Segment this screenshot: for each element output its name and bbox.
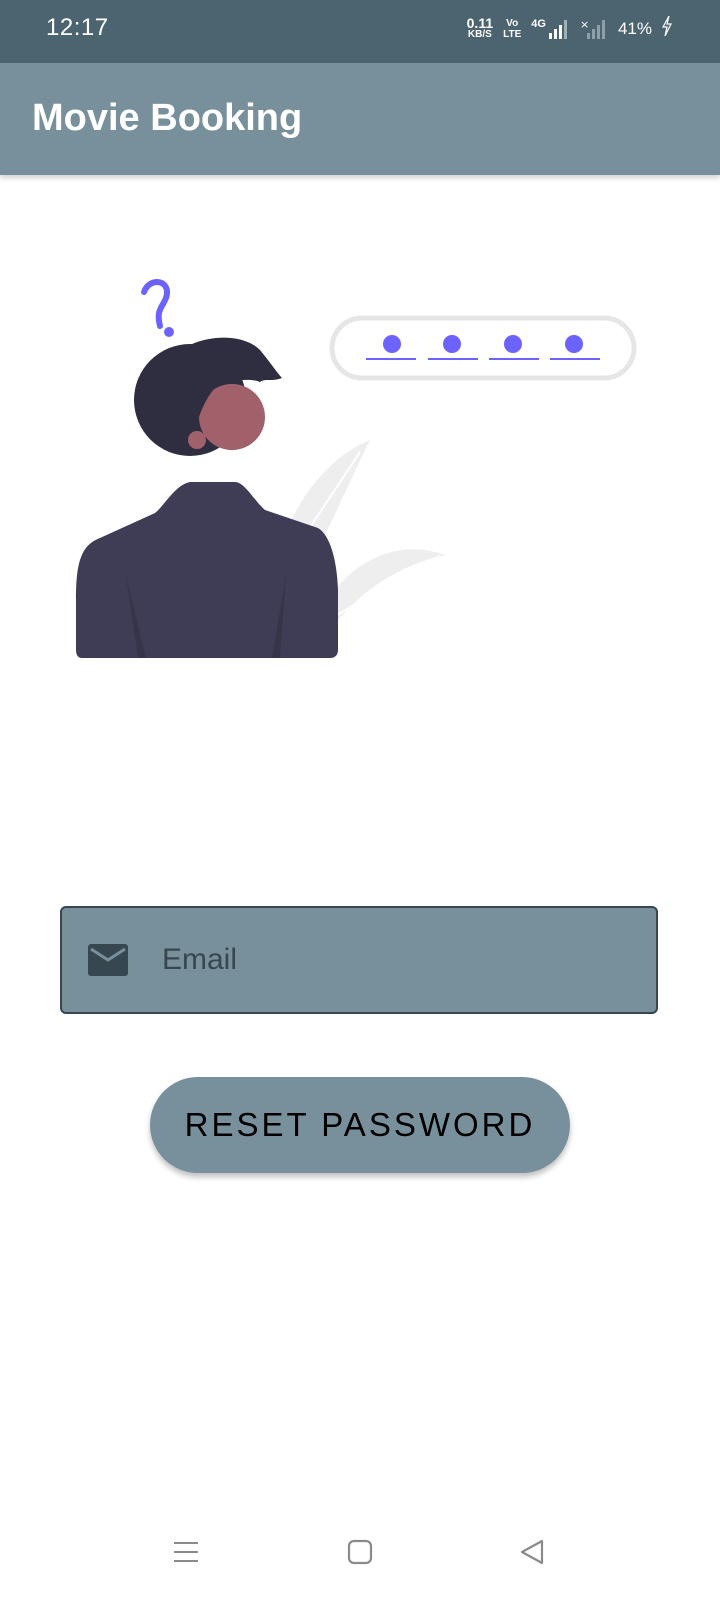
system-nav-bar — [0, 1510, 720, 1600]
charging-icon — [661, 15, 672, 41]
volte-indicator: Vo LTE — [503, 18, 521, 40]
app-title: Movie Booking — [32, 97, 303, 139]
email-field[interactable] — [60, 906, 658, 1014]
battery-level: 41% — [617, 18, 652, 38]
email-input[interactable] — [162, 908, 642, 1012]
network-speed-value: 0.11 — [466, 14, 494, 31]
signal-weak-icon: × — [580, 19, 608, 39]
volte-bottom: LTE — [503, 28, 522, 40]
status-time: 12:17 — [46, 14, 109, 41]
app-bar: Movie Booking — [0, 63, 720, 175]
network-speed-unit: KB/S — [467, 28, 492, 40]
signal-strong-icon — [548, 19, 570, 39]
svg-text:×: × — [580, 19, 589, 31]
home-icon[interactable] — [346, 1538, 374, 1571]
network-speed: 0.11 KB/S — [466, 14, 494, 40]
status-bar: 12:17 0.11 KB/S Vo LTE 4G × 41% — [0, 0, 720, 63]
menu-icon[interactable] — [172, 1538, 200, 1571]
status-indicators: 0.11 KB/S Vo LTE 4G × 41% — [467, 16, 672, 41]
network-type: 4G — [531, 17, 546, 30]
reset-password-button[interactable]: RESET PASSWORD — [150, 1077, 570, 1173]
volte-top: Vo — [506, 17, 519, 29]
mail-icon — [88, 944, 128, 976]
back-icon[interactable] — [518, 1538, 546, 1571]
forgot-password-illustration — [60, 270, 660, 670]
